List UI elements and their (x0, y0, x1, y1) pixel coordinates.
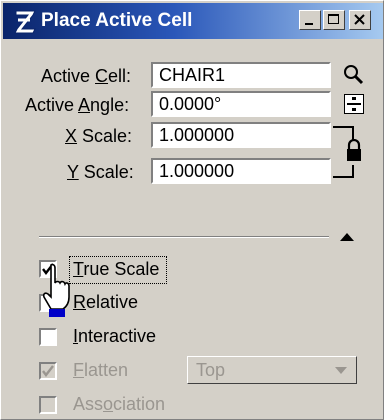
flatten-direction-dropdown[interactable]: Top (187, 356, 357, 384)
x-scale-label: X Scale: (65, 126, 133, 146)
place-active-cell-dialog: Place Active Cell Active Cell: Active An… (0, 0, 384, 420)
interactive-label[interactable]: Interactive (73, 326, 156, 347)
minimize-icon (305, 23, 313, 25)
association-checkbox[interactable] (39, 396, 57, 414)
active-cell-label: Active Cell: (41, 66, 132, 86)
active-angle-input[interactable] (159, 93, 329, 115)
close-button[interactable] (349, 10, 371, 30)
calculator-icon[interactable] (343, 93, 365, 115)
active-cell-field[interactable] (151, 62, 331, 88)
association-label: Association (73, 394, 166, 414)
x-scale-field[interactable] (151, 122, 331, 148)
y-scale-label: Y Scale: (67, 162, 134, 182)
y-scale-input[interactable] (159, 160, 329, 182)
flatten-label: Flatten (73, 360, 129, 380)
window-title: Place Active Cell (41, 10, 193, 31)
relative-label[interactable]: Relative (73, 292, 138, 313)
section-divider (39, 236, 329, 238)
maximize-button[interactable] (323, 10, 345, 30)
lock-icon[interactable] (345, 139, 363, 163)
minimize-button[interactable] (299, 10, 321, 30)
active-angle-field[interactable] (151, 91, 331, 117)
x-scale-input[interactable] (159, 124, 329, 146)
active-cell-input[interactable] (159, 64, 329, 86)
microstation-logo-icon (14, 10, 36, 34)
flatten-direction-value: Top (196, 360, 226, 380)
active-angle-label: Active Angle: (25, 95, 130, 115)
flatten-checkbox[interactable] (39, 362, 57, 380)
y-scale-field[interactable] (151, 158, 331, 184)
title-bar[interactable]: Place Active Cell (3, 3, 383, 39)
triangle-up-icon[interactable] (339, 231, 355, 243)
search-icon[interactable] (343, 64, 365, 86)
interactive-checkbox[interactable] (39, 328, 57, 346)
chevron-down-icon (335, 367, 347, 374)
true-scale-label[interactable]: True Scale (73, 259, 159, 280)
close-icon (354, 14, 365, 25)
maximize-icon (328, 14, 339, 24)
hand-pointer-icon (42, 263, 70, 317)
checkmark-icon (42, 365, 54, 377)
